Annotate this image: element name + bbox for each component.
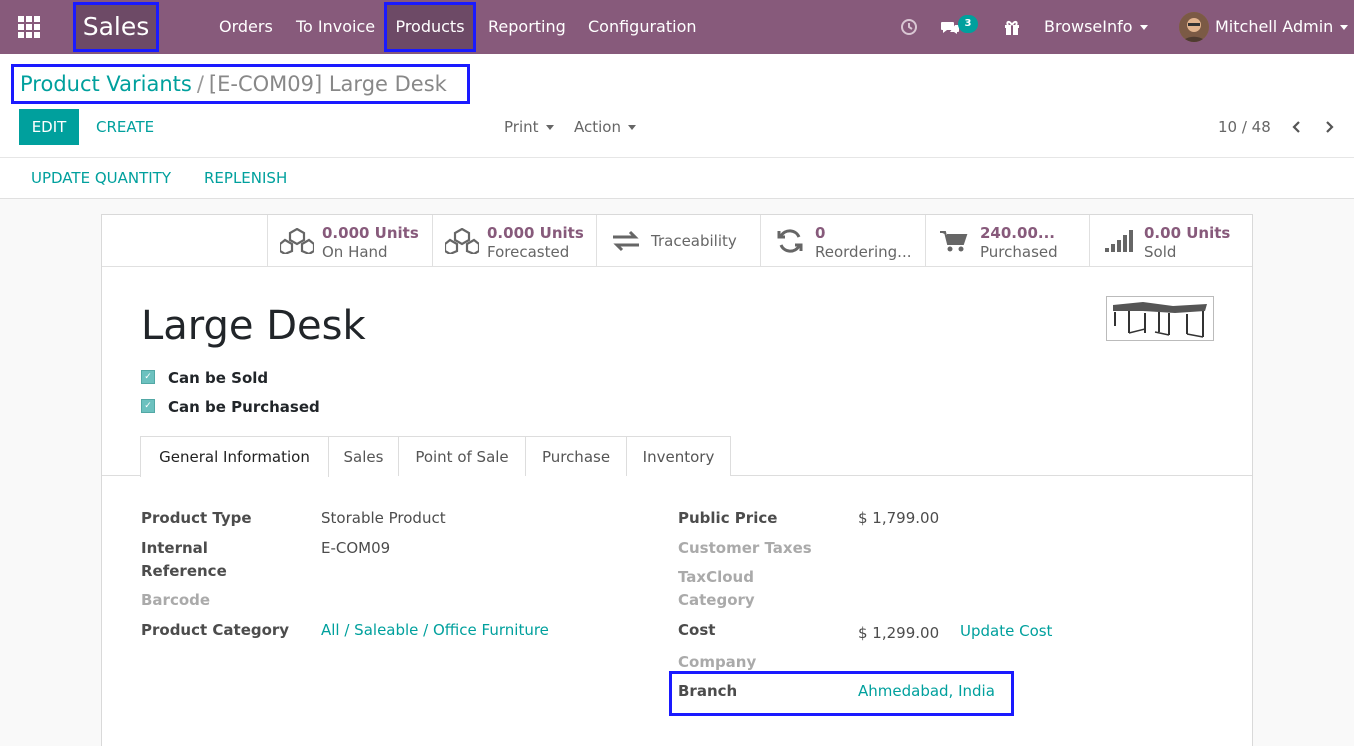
refresh-icon [777,229,803,253]
product-category-link[interactable]: All / Saleable / Office Furniture [321,619,549,642]
product-category-label: Product Category [141,621,290,639]
menu-configuration[interactable]: Configuration [588,0,697,54]
exchange-arrows-icon [613,230,639,252]
update-quantity-button[interactable]: UPDATE QUANTITY [31,163,171,193]
breadcrumb: Product Variants / [E-COM09] Large Desk [11,64,470,104]
top-navbar: Sales Orders To Invoice Products Reporti… [0,0,1354,54]
traceability-label: Traceability [651,232,737,250]
user-name: Mitchell Admin [1215,17,1334,36]
action-dropdown[interactable]: Action [574,109,636,145]
sold-button[interactable]: 0.00 Units Sold [1089,215,1254,267]
menu-to-invoice[interactable]: To Invoice [296,0,375,54]
product-type-value[interactable]: Storable Product [321,507,446,530]
chevron-down-icon [545,125,554,130]
barcode-label: Barcode [141,591,211,609]
tab-sales[interactable]: Sales [328,436,399,476]
forecasted-label: Forecasted [487,243,570,261]
cost-label: Cost [678,621,716,639]
sold-value: 0.00 Units [1144,224,1231,242]
update-cost-button[interactable]: Update Cost [960,620,1052,643]
product-type-label: Product Type [141,509,252,527]
can-be-purchased-label: Can be Purchased [168,398,320,416]
traceability-button[interactable]: Traceability [596,215,761,267]
form-tabs: General Information Sales Point of Sale … [102,436,1252,477]
company-name: BrowseInfo [1044,17,1133,36]
pager-value[interactable]: 10 / 48 [1218,109,1271,145]
company-switcher[interactable]: BrowseInfo [1044,0,1148,54]
breadcrumb-product-variants[interactable]: Product Variants [20,72,192,96]
on-hand-button[interactable]: 0.000 Units On Hand [267,215,432,267]
form-sheet: 0.000 Units On Hand 0.000 Units Forecast… [101,214,1253,746]
purchased-button[interactable]: 240.00... Purchased [925,215,1090,267]
create-button[interactable]: CREATE [96,109,154,145]
menu-orders[interactable]: Orders [219,0,273,54]
reordering-label: Reordering... [815,243,912,261]
internal-reference-value[interactable]: E-COM09 [321,537,390,560]
chevron-down-icon [1139,25,1148,30]
pager-previous-icon[interactable] [1290,109,1304,145]
can-be-sold-label: Can be Sold [168,369,269,387]
tab-inventory[interactable]: Inventory [626,436,731,476]
user-avatar[interactable] [1179,12,1209,42]
shopping-cart-icon [940,231,968,252]
tab-point-of-sale[interactable]: Point of Sale [398,436,526,476]
can-be-purchased-checkbox[interactable]: ✓ [141,399,155,413]
internal-reference-label-line-1: Internal [141,539,208,557]
menu-products[interactable]: Products [384,2,476,52]
breadcrumb-separator: / [196,72,204,96]
purchased-value: 240.00... [980,224,1055,242]
on-hand-value: 0.000 Units [322,224,419,242]
public-price-value[interactable]: $ 1,799.00 [858,507,939,530]
cubes-icon [280,228,314,254]
cost-value[interactable]: $ 1,299.00 [858,622,939,645]
replenish-button[interactable]: REPLENISH [204,163,287,193]
action-label: Action [574,118,621,136]
public-price-label: Public Price [678,509,778,527]
activity-clock-icon[interactable] [900,0,920,54]
smart-buttons: 0.000 Units On Hand 0.000 Units Forecast… [102,215,1252,267]
taxcloud-category-label-line-1: TaxCloud [678,568,754,586]
print-label: Print [504,118,539,136]
signal-bars-icon [1105,230,1133,252]
tab-general-information[interactable]: General Information [140,436,329,477]
chevron-down-icon [627,125,636,130]
print-dropdown[interactable]: Print [504,109,554,145]
branch-label: Branch [678,682,738,700]
product-name[interactable]: Large Desk [141,303,366,349]
app-brand[interactable]: Sales [73,2,159,52]
cubes-icon [445,228,479,254]
purchased-label: Purchased [980,243,1058,261]
can-be-sold-checkbox[interactable]: ✓ [141,370,155,384]
reordering-value: 0 [815,224,826,242]
branch-link[interactable]: Ahmedabad, India [858,680,995,703]
gift-icon[interactable] [1003,0,1023,54]
forecasted-button[interactable]: 0.000 Units Forecasted [432,215,597,267]
taxcloud-category-label-line-2: Category [678,591,755,609]
user-menu[interactable]: Mitchell Admin [1215,0,1349,54]
breadcrumb-current: [E-COM09] Large Desk [208,72,447,96]
messages-count-badge: 3 [958,15,978,33]
sold-label: Sold [1144,243,1177,261]
edit-button[interactable]: EDIT [19,109,79,145]
apps-grid-icon[interactable] [18,16,40,38]
on-hand-label: On Hand [322,243,388,261]
product-image[interactable] [1106,296,1214,341]
customer-taxes-label: Customer Taxes [678,539,812,557]
reordering-button[interactable]: 0 Reordering... [760,215,925,267]
internal-reference-label-line-2: Reference [141,562,227,580]
chevron-down-icon [1340,25,1349,30]
tab-purchase[interactable]: Purchase [525,436,627,476]
control-panel-divider [0,157,1354,158]
menu-reporting[interactable]: Reporting [488,0,566,54]
forecasted-value: 0.000 Units [487,224,584,242]
control-panel: Product Variants / [E-COM09] Large Desk ED… [0,54,1354,199]
pager-next-icon[interactable] [1322,109,1336,145]
